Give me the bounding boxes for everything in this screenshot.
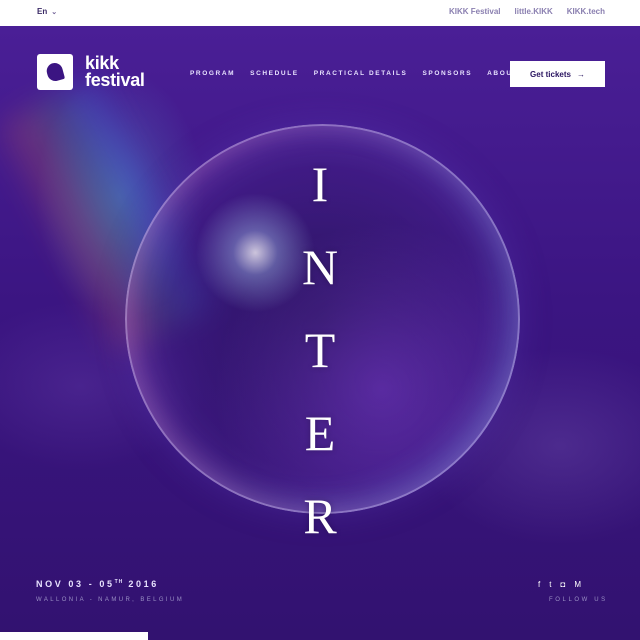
arrow-right-icon: →	[576, 69, 585, 79]
kikk-logo-icon	[37, 54, 73, 90]
headline-letter: T	[304, 322, 336, 378]
headline-letter: I	[311, 156, 329, 212]
instagram-icon[interactable]: ◘	[560, 580, 565, 589]
kikk-festival-logo[interactable]: kikk festival	[37, 54, 145, 90]
nav-item-sponsors[interactable]: SPONSORS	[422, 70, 472, 77]
event-date-range: NOV 03 - 05	[36, 579, 115, 589]
get-tickets-label: Get tickets	[530, 69, 571, 79]
follow-us-label: FOLLOW US	[549, 597, 608, 603]
nav-item-program[interactable]: PROGRAM	[190, 70, 235, 77]
headline-letter: R	[303, 488, 337, 544]
bottom-left-panel-edge	[0, 632, 148, 640]
language-selector[interactable]: En ⌄	[37, 7, 57, 16]
get-tickets-button[interactable]: Get tickets →	[510, 61, 605, 87]
top-utility-bar: En ⌄ KIKK Festival little.KIKK KIKK.tech	[0, 0, 640, 26]
twitter-icon[interactable]: t	[549, 580, 551, 589]
event-location: WALLONIA - NAMUR, BELGIUM	[36, 597, 185, 603]
top-site-links: KIKK Festival little.KIKK KIKK.tech	[449, 7, 605, 16]
language-label: En	[37, 7, 48, 16]
medium-icon[interactable]: M	[574, 580, 581, 589]
event-date-year: 2016	[128, 579, 159, 589]
top-link-kikk-festival[interactable]: KIKK Festival	[449, 7, 501, 16]
top-link-kikk-tech[interactable]: KIKK.tech	[567, 7, 605, 16]
event-date-ordinal: TH	[114, 579, 124, 585]
event-date: NOV 03 - 05TH 2016	[36, 579, 159, 589]
top-link-little-kikk[interactable]: little.KIKK	[515, 7, 553, 16]
nav-item-schedule[interactable]: SCHEDULE	[250, 70, 299, 77]
nav-item-practical-details[interactable]: PRACTICAL DETAILS	[314, 70, 408, 77]
facebook-icon[interactable]: f	[538, 580, 540, 589]
logo-line-2: festival	[85, 70, 145, 90]
headline-letter: E	[304, 405, 336, 461]
chevron-down-icon: ⌄	[51, 8, 58, 16]
main-navigation: PROGRAM SCHEDULE PRACTICAL DETAILS SPONS…	[190, 70, 518, 77]
social-links: f t ◘ M	[538, 580, 581, 589]
headline-letter: N	[301, 239, 339, 295]
logo-wordmark: kikk festival	[85, 54, 145, 90]
hero-vertical-headline: I N T E R	[290, 156, 350, 575]
